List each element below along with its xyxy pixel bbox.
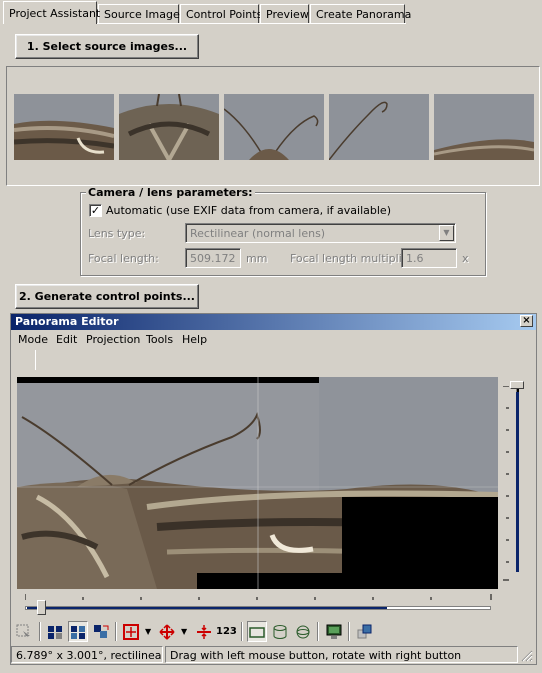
horizontal-fov-slider-fill	[27, 607, 387, 609]
source-thumbnail[interactable]	[224, 94, 324, 160]
vertical-fov-slider-fill	[516, 392, 519, 572]
menu-help[interactable]: Help	[182, 333, 207, 346]
focal-length-label: Focal length:	[88, 252, 159, 265]
horizontal-fov-slider-thumb[interactable]	[37, 600, 46, 615]
panorama-editor-titlebar[interactable]: Panorama Editor ×	[11, 314, 536, 330]
tab-preview[interactable]: Preview	[260, 4, 309, 24]
menu-mode[interactable]: Mode	[18, 333, 48, 346]
lens-type-value: Rectilinear (normal lens)	[190, 227, 326, 240]
straighten-icon[interactable]	[194, 621, 214, 642]
menu-tools[interactable]: Tools	[146, 333, 173, 346]
source-thumbnail[interactable]	[14, 94, 114, 160]
tab-control-points[interactable]: Control Points	[180, 4, 262, 24]
tab-bar: Project Assistant Source Images Control …	[0, 0, 542, 24]
tab-create-panorama[interactable]: Create Panorama	[310, 4, 411, 24]
automatic-exif-label: Automatic (use EXIF data from camera, if…	[106, 204, 391, 217]
preview-monitor-icon[interactable]	[324, 621, 344, 642]
generate-control-points-button[interactable]: 2. Generate control points...	[15, 284, 199, 309]
close-icon[interactable]: ×	[520, 315, 533, 327]
focal-length-unit: mm	[246, 252, 268, 265]
source-thumbnail[interactable]	[119, 94, 219, 160]
menu-edit[interactable]: Edit	[56, 333, 77, 346]
focal-length-input[interactable]: 509.172	[185, 248, 241, 268]
select-source-images-button[interactable]: 1. Select source images...	[15, 34, 199, 59]
select-tool-icon[interactable]	[14, 621, 34, 642]
menu-separator	[35, 350, 36, 370]
fit-dropdown-chevron-down-icon[interactable]: ▼	[145, 627, 151, 636]
focal-length-multiplier-input[interactable]: 1.6	[401, 248, 457, 268]
vertical-slider-ticks	[503, 386, 509, 581]
resize-grip-icon[interactable]	[521, 650, 533, 662]
lens-type-label: Lens type:	[88, 227, 146, 240]
source-thumbnail[interactable]	[434, 94, 534, 160]
lens-type-select[interactable]: Rectilinear (normal lens) ▼	[185, 223, 456, 243]
editor-statusbar: 6.789° x 3.001°, rectilinear Drag with l…	[11, 645, 536, 664]
automatic-exif-checkbox[interactable]: ✓	[89, 204, 102, 217]
editor-toolbar: ▼ ▼ 123	[11, 621, 536, 645]
cylindrical-projection-icon[interactable]	[270, 621, 290, 642]
show-numbers-toggle[interactable]: 123	[216, 626, 237, 637]
center-panorama-icon[interactable]	[157, 621, 177, 642]
horizontal-slider-ticks	[25, 594, 492, 600]
panorama-editor-title: Panorama Editor	[15, 315, 119, 328]
vertical-fov-slider-thumb[interactable]	[510, 381, 524, 389]
tab-panel-edge	[97, 23, 406, 24]
show-images-icon[interactable]	[68, 621, 88, 642]
tab-source-images[interactable]: Source Images	[98, 4, 185, 24]
layers-icon[interactable]	[355, 621, 375, 642]
status-fov: 6.789° x 3.001°, rectilinear	[11, 646, 163, 663]
source-thumbnail[interactable]	[329, 94, 429, 160]
center-dropdown-chevron-down-icon[interactable]: ▼	[181, 627, 187, 636]
focal-length-multiplier-label: Focal length multiplier:	[290, 252, 417, 265]
move-images-icon[interactable]	[91, 621, 111, 642]
menu-projection[interactable]: Projection	[86, 333, 140, 346]
camera-lens-group-title: Camera / lens parameters:	[86, 186, 255, 199]
multiplier-unit: x	[462, 252, 469, 265]
fit-panorama-icon[interactable]	[121, 621, 141, 642]
equirectangular-projection-icon[interactable]	[293, 621, 313, 642]
panorama-preview-canvas[interactable]	[17, 377, 498, 589]
rectilinear-projection-icon[interactable]	[247, 621, 267, 642]
tab-project-assistant[interactable]: Project Assistant	[3, 1, 100, 24]
status-hint: Drag with left mouse button, rotate with…	[165, 646, 518, 663]
arrange-images-icon[interactable]	[45, 621, 65, 642]
chevron-down-icon[interactable]: ▼	[439, 225, 454, 241]
